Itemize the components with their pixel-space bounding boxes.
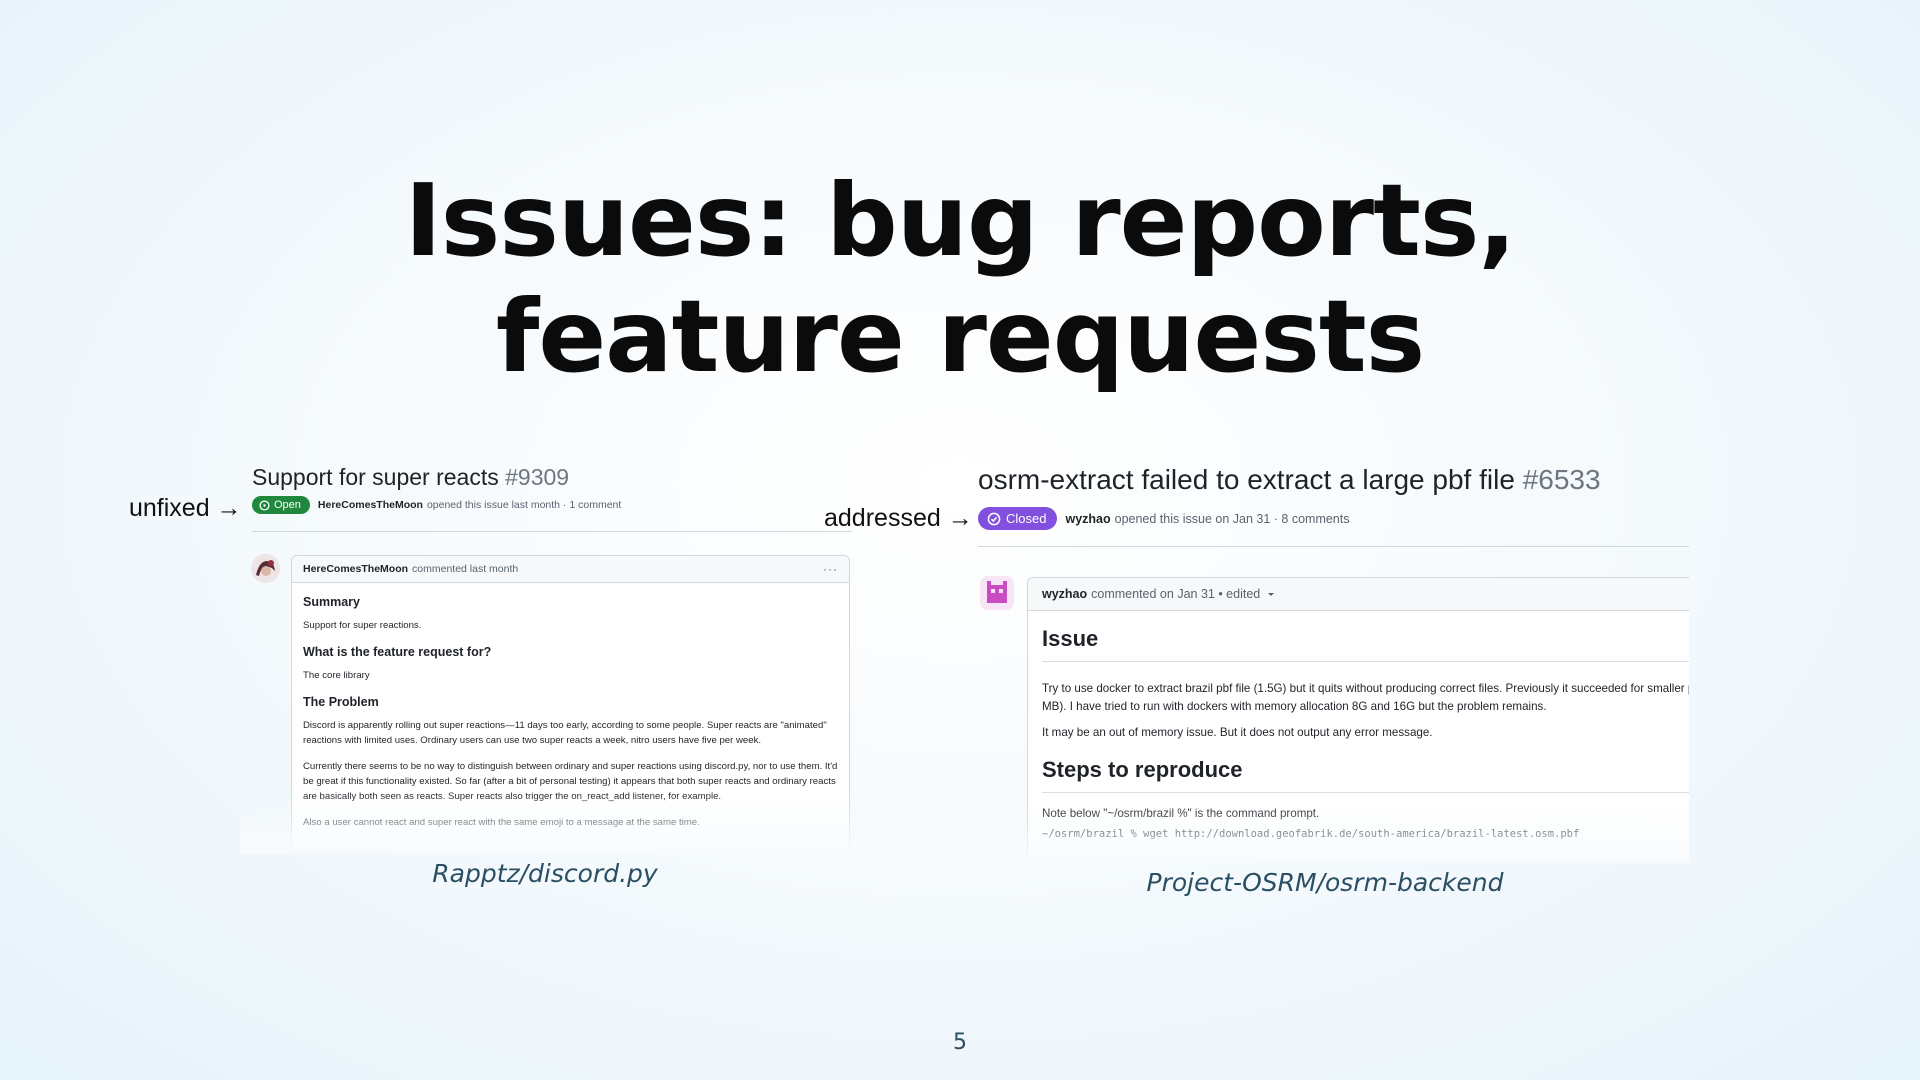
issue-closed-icon [987, 512, 1001, 525]
left-repo-caption: Rapptz/discord.py [432, 859, 658, 888]
right-avatar[interactable] [980, 576, 1014, 610]
heading-summary: Summary [303, 595, 360, 609]
feature-text: The core library [303, 670, 370, 681]
problem-paragraph-1: Discord is apparently rolling out super … [303, 720, 827, 746]
left-issue-author[interactable]: HereComesTheMoon [318, 499, 423, 511]
left-issue-title-text: Support for super reacts [252, 464, 499, 490]
right-issue-number: #6533 [1522, 464, 1601, 495]
issue-paragraph-2: It may be an out of memory issue. But it… [1042, 726, 1433, 739]
slide-title-line-1: Issues: bug reports, [404, 162, 1517, 279]
right-header-divider [978, 546, 1689, 547]
left-header-divider [252, 531, 852, 532]
right-issue-author[interactable]: wyzhao [1065, 512, 1110, 526]
heading-steps: Steps to reproduce [1042, 756, 1689, 793]
heading-problem: The Problem [303, 695, 379, 709]
left-issue-title[interactable]: Support for super reacts #9309 [252, 464, 569, 491]
open-status-badge: Open [252, 496, 310, 514]
closed-status-badge: Closed [978, 507, 1058, 530]
heading-issue: Issue [1042, 625, 1689, 662]
steps-code: ~/osrm/brazil % wget http://download.geo… [1042, 828, 1580, 840]
avatar-icon [980, 576, 1014, 610]
right-issue-screenshot: osrm-extract failed to extract a large p… [969, 458, 1689, 863]
left-issue-meta: opened this issue last month · 1 comment [426, 499, 622, 511]
kebab-menu-icon[interactable]: ··· [823, 562, 838, 576]
right-comment-author[interactable]: wyzhao [1042, 587, 1087, 601]
left-comment-header: HereComesTheMoon commented last month ··… [292, 556, 849, 583]
avatar-icon [251, 554, 280, 583]
left-comment-meta: commented last month [412, 563, 519, 575]
right-comment-meta[interactable]: commented on Jan 31 • edited [1091, 587, 1260, 601]
left-issue-meta-row: Open HereComesTheMoon opened this issue … [252, 496, 621, 514]
left-comment-author[interactable]: HereComesTheMoon [303, 563, 408, 575]
left-issue-screenshot: Support for super reacts #9309 Open Here… [240, 458, 860, 853]
right-issue-title-text: osrm-extract failed to extract a large p… [978, 464, 1515, 495]
left-comment-body: Summary Support for super reactions. Wha… [292, 583, 849, 830]
left-avatar[interactable] [251, 554, 280, 583]
left-issue-number: #9309 [505, 464, 570, 490]
slide-title-line-2: feature requests [495, 278, 1425, 395]
summary-text: Support for super reactions. [303, 620, 422, 631]
issue-open-icon [259, 499, 270, 511]
steps-text: Note below "~/osrm/brazil %" is the comm… [1042, 807, 1320, 820]
right-comment-header: wyzhao commented on Jan 31 • edited [1028, 578, 1689, 611]
left-comment-box: HereComesTheMoon commented last month ··… [291, 555, 850, 853]
addressed-label: addressed → [824, 504, 973, 532]
right-repo-caption: Project-OSRM/osrm-backend [1146, 868, 1504, 897]
closed-status-text: Closed [1006, 511, 1047, 526]
problem-paragraph-2: Currently there seems to be no way to di… [303, 761, 838, 802]
right-comment-body: Issue Try to use docker to extract brazi… [1028, 611, 1689, 843]
heading-feature: What is the feature request for? [303, 645, 492, 659]
right-issue-title[interactable]: osrm-extract failed to extract a large p… [978, 464, 1601, 496]
page-number: 5 [953, 1030, 967, 1055]
right-issue-meta: opened this issue on Jan 31 · 8 comments [1114, 511, 1350, 526]
right-comment-box: wyzhao commented on Jan 31 • edited Issu… [1027, 577, 1689, 863]
slide-title: Issues: bug reports, feature requests [0, 163, 1920, 395]
open-status-text: Open [274, 499, 301, 511]
chevron-down-icon[interactable] [1266, 589, 1276, 599]
unfixed-label: unfixed → [129, 494, 242, 522]
right-issue-meta-row: Closed wyzhao opened this issue on Jan 3… [978, 507, 1349, 530]
issue-paragraph-1: Try to use docker to extract brazil pbf … [1042, 682, 1689, 713]
problem-paragraph-3: Also a user cannot react and super react… [303, 817, 700, 828]
